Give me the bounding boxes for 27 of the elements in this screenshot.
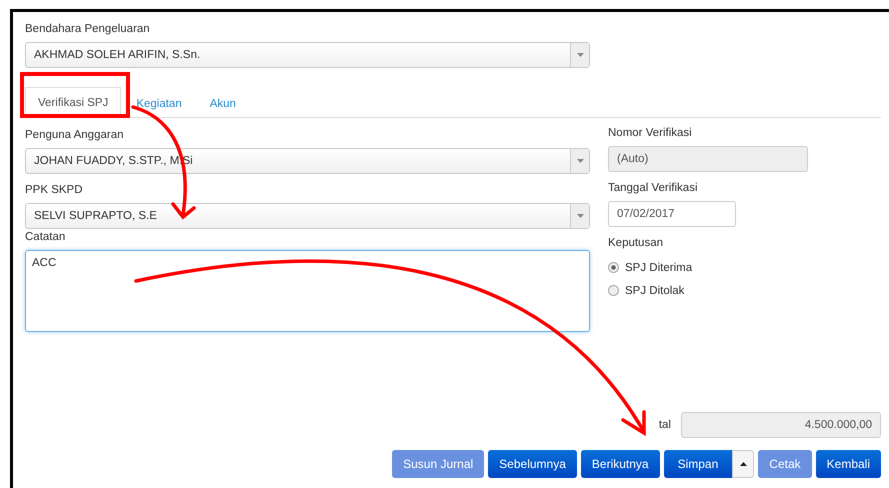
action-button[interactable]: Simpan (664, 450, 732, 478)
radio-label: SPJ Diterima (625, 262, 692, 274)
select-field[interactable]: SELVI SUPRAPTO, S.E (25, 203, 590, 229)
total-label: tal (658, 419, 671, 431)
text-area[interactable]: ACC (25, 250, 590, 332)
action-button[interactable]: Berikutnya (580, 450, 660, 478)
radio-button[interactable] (608, 285, 619, 296)
radio-button[interactable] (608, 262, 619, 273)
field-label: PPK SKPD (25, 183, 84, 197)
field-label: Bendahara Pengeluaran (25, 22, 151, 36)
select-field[interactable]: AKHMAD SOLEH ARIFIN, S.Sn. (25, 42, 590, 68)
input-field[interactable]: (Auto) (608, 146, 808, 172)
field-label: Nomor Verifikasi (608, 126, 693, 140)
action-button[interactable]: Kembali (816, 450, 881, 478)
field-label: Tanggal Verifikasi (608, 181, 698, 195)
total-field: 4.500.000,00 (681, 412, 881, 438)
field-label: Catatan (25, 230, 66, 244)
date-field[interactable]: 07/02/2017 (608, 201, 736, 227)
dropdown-toggle[interactable] (732, 450, 754, 478)
caret-down-icon (576, 53, 584, 57)
caret-down-icon (576, 214, 584, 218)
action-button[interactable]: Sebelumnya (488, 450, 577, 478)
field-label: Keputusan (608, 236, 664, 250)
field-label: Penguna Anggaran (25, 128, 124, 142)
caret-down-icon (576, 159, 584, 163)
caret-up-icon (740, 462, 747, 466)
radio-label: SPJ Ditolak (625, 284, 684, 296)
